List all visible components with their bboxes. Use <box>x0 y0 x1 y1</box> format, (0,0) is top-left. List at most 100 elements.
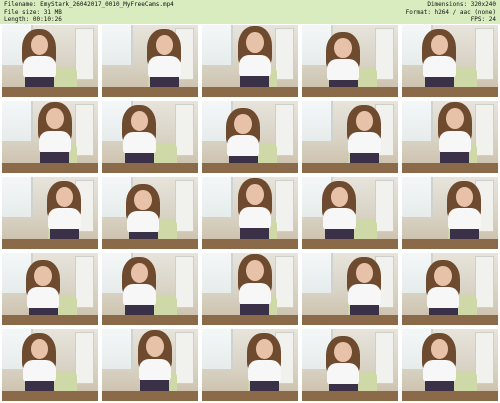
table-surface <box>2 238 98 249</box>
person-shirt <box>323 208 356 231</box>
table-surface <box>402 162 498 173</box>
fridge <box>474 103 495 157</box>
video-frame-thumbnail <box>402 177 498 249</box>
video-frame-thumbnail <box>402 253 498 325</box>
table-surface <box>2 390 98 401</box>
dimensions-value: 320x240 <box>470 1 496 8</box>
room-window <box>102 329 133 369</box>
filesize-value: 31 MB <box>43 8 62 16</box>
fps-value: 24 <box>488 16 496 23</box>
video-frame-thumbnail <box>302 25 398 97</box>
person-face <box>245 184 264 206</box>
person-face <box>34 265 53 286</box>
person-face <box>455 186 474 208</box>
person-shirt <box>423 360 456 383</box>
person-face <box>255 338 274 360</box>
fridge <box>274 103 295 157</box>
dimensions-row: Dimensions: 320x240 <box>406 1 496 9</box>
table-surface <box>402 86 498 97</box>
fridge <box>274 179 295 233</box>
thumbnail-grid <box>2 25 498 401</box>
filename-value: EmyStark_26042017_0010_MyFreeCams.mp4 <box>40 1 174 8</box>
fps-label: FPS: <box>470 16 486 23</box>
person-face <box>245 260 264 282</box>
fridge <box>274 255 295 309</box>
table-surface <box>102 314 198 325</box>
fridge <box>174 103 195 157</box>
video-frame-thumbnail <box>202 329 298 401</box>
person-shirt <box>448 208 481 231</box>
person-shirt <box>123 284 156 307</box>
format-label: Format: <box>405 8 431 16</box>
fridge <box>74 331 95 385</box>
video-frame-thumbnail <box>302 253 398 325</box>
person-shirt <box>227 135 260 157</box>
person-face <box>134 189 153 210</box>
person-face <box>430 34 449 56</box>
room-window <box>402 101 433 141</box>
person-face <box>45 108 64 130</box>
person-shirt <box>123 132 156 155</box>
room-window <box>302 101 333 141</box>
person-shirt <box>27 287 60 309</box>
video-frame-thumbnail <box>2 329 98 401</box>
fridge <box>374 331 395 385</box>
table-surface <box>2 86 98 97</box>
video-frame-thumbnail <box>102 177 198 249</box>
person-face <box>245 32 264 54</box>
person-face <box>130 262 149 284</box>
table-surface <box>302 162 398 173</box>
person-shirt <box>348 132 381 155</box>
video-frame-thumbnail <box>2 177 98 249</box>
person-face <box>334 37 353 58</box>
room-window <box>102 25 133 65</box>
format-value: h264 / aac (none) <box>434 8 496 16</box>
table-surface <box>2 314 98 325</box>
person-shirt <box>438 130 471 154</box>
table-surface <box>202 86 298 97</box>
length-value: 00:10:26 <box>32 16 62 23</box>
table-surface <box>302 390 398 401</box>
filename-row: Filename: EmyStark_26042017_0010_MyFreeC… <box>4 1 174 9</box>
person-shirt <box>327 363 360 385</box>
person-face <box>145 336 164 358</box>
video-frame-thumbnail <box>202 253 298 325</box>
table-surface <box>102 390 198 401</box>
table-surface <box>202 390 298 401</box>
person-shirt <box>238 206 271 230</box>
fridge <box>74 27 95 81</box>
table-surface <box>2 162 98 173</box>
person-face <box>355 110 374 132</box>
fridge <box>274 27 295 81</box>
fridge <box>74 255 95 309</box>
table-surface <box>402 238 498 249</box>
person-shirt <box>427 287 460 309</box>
room-window <box>2 101 33 141</box>
person-shirt <box>248 360 281 383</box>
fridge <box>474 331 495 385</box>
fps-row: FPS: 24 <box>406 16 496 24</box>
filename-label: Filename: <box>4 1 37 8</box>
room-window <box>402 177 433 217</box>
room-window <box>302 253 333 293</box>
table-surface <box>102 86 198 97</box>
room-window <box>202 253 233 293</box>
video-frame-thumbnail <box>302 101 398 173</box>
video-frame-thumbnail <box>402 329 498 401</box>
room-window <box>2 177 33 217</box>
table-surface <box>202 314 298 325</box>
video-frame-thumbnail <box>2 101 98 173</box>
person-shirt <box>348 284 381 307</box>
video-frame-thumbnail <box>102 101 198 173</box>
person-shirt <box>327 59 360 81</box>
media-info: Dimensions: 320x240 Format: h264 / aac (… <box>406 1 496 24</box>
person-shirt <box>138 358 171 382</box>
video-frame-thumbnail <box>202 25 298 97</box>
fridge <box>474 255 495 309</box>
table-surface <box>202 162 298 173</box>
table-surface <box>102 238 198 249</box>
person-shirt <box>127 211 160 233</box>
video-frame-thumbnail <box>102 253 198 325</box>
fridge <box>174 255 195 309</box>
table-surface <box>302 238 398 249</box>
